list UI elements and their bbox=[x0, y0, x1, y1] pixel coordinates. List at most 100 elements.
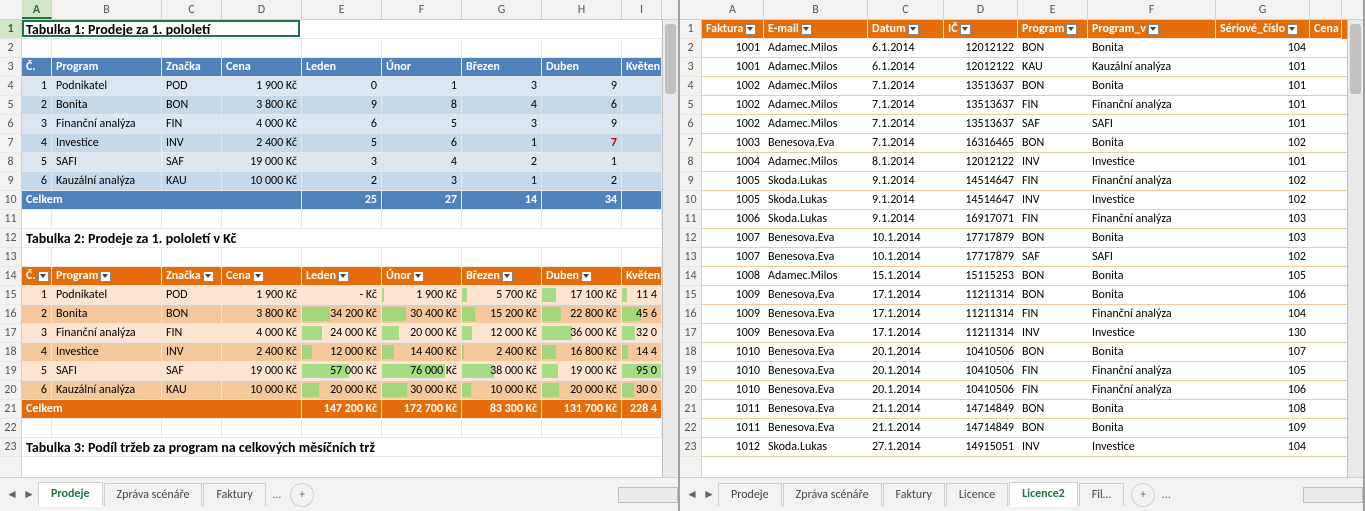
table-row[interactable]: 1009Benesova.Eva17.1.201411211314INVInve… bbox=[702, 324, 1363, 343]
grid-row[interactable] bbox=[22, 210, 678, 229]
filter-icon[interactable] bbox=[960, 24, 971, 35]
table-row[interactable]: 1005Skoda.Lukas9.1.201414514647FINFinanč… bbox=[702, 172, 1363, 191]
col-header-E[interactable]: E bbox=[1018, 0, 1088, 19]
row-header-13[interactable]: 13 bbox=[680, 248, 701, 267]
filter-icon[interactable] bbox=[253, 271, 264, 282]
row-header-4[interactable]: 4 bbox=[680, 77, 701, 96]
sheet-tab[interactable]: Faktury bbox=[203, 483, 265, 506]
table-row[interactable]: 1008Adamec.Milos15.1.201415115253BONBoni… bbox=[702, 267, 1363, 286]
row-header-12[interactable]: 12 bbox=[0, 229, 21, 248]
tabs-overflow[interactable]: … bbox=[273, 488, 283, 502]
table-row[interactable]: 1009Benesova.Eva17.1.201411211314FINFina… bbox=[702, 305, 1363, 324]
col-header-F[interactable]: F bbox=[382, 0, 462, 19]
sheet-tab[interactable]: Faktury bbox=[883, 483, 945, 506]
row-header-14[interactable]: 14 bbox=[680, 267, 701, 286]
col-header-A[interactable]: A bbox=[702, 0, 764, 19]
row-header-6[interactable]: 6 bbox=[0, 115, 21, 134]
grid-row[interactable]: Č.ProgramZnačkaCenaLedenÚnorBřezenDubenK… bbox=[22, 58, 678, 77]
row-header-22[interactable]: 22 bbox=[0, 419, 21, 438]
filter-icon[interactable] bbox=[581, 271, 592, 282]
new-sheet-button[interactable]: + bbox=[1131, 483, 1155, 507]
row-header-18[interactable]: 18 bbox=[680, 343, 701, 362]
grid-row[interactable]: Tabulka 1: Prodeje za 1. pololetí bbox=[22, 20, 678, 39]
row-header-4[interactable]: 4 bbox=[0, 77, 21, 96]
grid-row[interactable]: 6Kauzální analýzaKAU10 000 Kč2312 bbox=[22, 172, 678, 191]
grid-row[interactable]: 2BonitaBON3 800 Kč9846 bbox=[22, 96, 678, 115]
tabs-overflow[interactable]: … bbox=[1162, 488, 1172, 502]
col-header-I[interactable]: I bbox=[622, 0, 662, 19]
grid-row[interactable]: 6Kauzální analýzaKAU10 000 Kč20 000 Kč30… bbox=[22, 381, 678, 400]
row-header-8[interactable]: 8 bbox=[0, 153, 21, 172]
row-header-9[interactable]: 9 bbox=[680, 172, 701, 191]
col-header-B[interactable]: B bbox=[52, 0, 162, 19]
row-header-13[interactable]: 13 bbox=[0, 248, 21, 267]
sheet-tabs-right[interactable]: ◄►ProdejeZpráva scénářeFakturyLicenceLic… bbox=[680, 477, 1363, 511]
filter-icon[interactable] bbox=[338, 271, 349, 282]
row-header-10[interactable]: 10 bbox=[0, 191, 21, 210]
table-row[interactable]: 1011Benesova.Eva21.1.201414714849BONBoni… bbox=[702, 400, 1363, 419]
row-header-20[interactable]: 20 bbox=[680, 381, 701, 400]
table-row[interactable]: 1010Benesova.Eva20.1.201410410506FINFina… bbox=[702, 381, 1363, 400]
row-header-9[interactable]: 9 bbox=[0, 172, 21, 191]
row-header-15[interactable]: 15 bbox=[680, 286, 701, 305]
tab-nav-button[interactable]: ◄ bbox=[684, 484, 700, 506]
filter-icon[interactable] bbox=[203, 271, 214, 282]
col-header-D[interactable]: D bbox=[944, 0, 1018, 19]
filter-icon[interactable] bbox=[908, 24, 919, 35]
tab-nav-button[interactable]: ◄ bbox=[4, 484, 20, 506]
col-header-C[interactable]: C bbox=[162, 0, 222, 19]
table-row[interactable]: 1007Benesova.Eva10.1.201417717879SAFSAFI… bbox=[702, 248, 1363, 267]
grid-row[interactable]: Č.ProgramZnačkaCenaLedenÚnorBřezenDubenK… bbox=[22, 267, 678, 286]
sheet-tab[interactable]: Licence bbox=[946, 483, 1008, 506]
sheet-tab[interactable]: Licence2 bbox=[1009, 482, 1078, 507]
grid-row[interactable]: 1PodnikatelPOD1 900 Kč0139 bbox=[22, 77, 678, 96]
table-row[interactable]: 1010Benesova.Eva20.1.201410410506FINFina… bbox=[702, 362, 1363, 381]
sheet-tab[interactable]: Zpráva scénáře bbox=[783, 483, 882, 506]
row-header-6[interactable]: 6 bbox=[680, 115, 701, 134]
table-row[interactable]: 1009Benesova.Eva17.1.201411211314BONBoni… bbox=[702, 286, 1363, 305]
grid-row[interactable]: 3Finanční analýzaFIN4 000 Kč6539 bbox=[22, 115, 678, 134]
grid-left[interactable]: Tabulka 1: Prodeje za 1. pololetí Č.Progr… bbox=[22, 20, 678, 477]
row-header-23[interactable]: 23 bbox=[680, 438, 701, 457]
filter-icon[interactable] bbox=[502, 271, 513, 282]
row-header-17[interactable]: 17 bbox=[0, 324, 21, 343]
sheet-tab[interactable]: Fil… bbox=[1079, 483, 1124, 506]
table-row[interactable]: 1010Benesova.Eva20.1.201410410506BONBoni… bbox=[702, 343, 1363, 362]
vertical-scrollbar[interactable] bbox=[662, 20, 678, 477]
filter-icon[interactable] bbox=[1341, 24, 1342, 35]
row-header-14[interactable]: 14 bbox=[0, 267, 21, 286]
col-header-A[interactable]: A bbox=[22, 0, 52, 19]
row-header-8[interactable]: 8 bbox=[680, 153, 701, 172]
row-header-16[interactable]: 16 bbox=[0, 305, 21, 324]
grid-row[interactable]: 4InvesticeINV2 400 Kč12 000 Kč14 400 Kč2… bbox=[22, 343, 678, 362]
row-header-20[interactable]: 20 bbox=[0, 381, 21, 400]
filter-icon[interactable] bbox=[1148, 24, 1159, 35]
grid-row[interactable]: 5SAFISAF19 000 Kč3421 bbox=[22, 153, 678, 172]
table-row[interactable]: 1007Benesova.Eva10.1.201417717879BONBoni… bbox=[702, 229, 1363, 248]
filter-icon[interactable] bbox=[100, 271, 111, 282]
table-row[interactable]: 1002Adamec.Milos7.1.201413513637FINFinan… bbox=[702, 96, 1363, 115]
table-row[interactable]: 1004Adamec.Milos8.1.201412012122INVInves… bbox=[702, 153, 1363, 172]
table-row[interactable]: 1002Adamec.Milos7.1.201413513637BONBonit… bbox=[702, 77, 1363, 96]
sheet-tab[interactable]: Prodeje bbox=[38, 482, 103, 507]
grid-row[interactable]: 4InvesticeINV2 400 Kč5617 bbox=[22, 134, 678, 153]
horizontal-scrollbar[interactable] bbox=[1303, 487, 1363, 503]
row-header-5[interactable]: 5 bbox=[680, 96, 701, 115]
table-row[interactable]: 1002Adamec.Milos7.1.201413513637SAFSAFI1… bbox=[702, 115, 1363, 134]
table-row[interactable]: 1011Benesova.Eva21.1.201414714849BONBoni… bbox=[702, 419, 1363, 438]
column-headers-right[interactable]: ABCDEFG bbox=[680, 0, 1363, 20]
row-header-19[interactable]: 19 bbox=[680, 362, 701, 381]
grid-row[interactable] bbox=[22, 419, 678, 438]
column-headers-left[interactable]: ABCDEFGHI bbox=[0, 0, 678, 20]
row-header-3[interactable]: 3 bbox=[680, 58, 701, 77]
row-header-23[interactable]: 23 bbox=[0, 438, 21, 457]
row-header-11[interactable]: 11 bbox=[680, 210, 701, 229]
filter-icon[interactable] bbox=[38, 271, 49, 282]
row-header-2[interactable]: 2 bbox=[680, 39, 701, 58]
col-header-G[interactable]: G bbox=[462, 0, 542, 19]
grid-row[interactable]: Tabulka 2: Prodeje za 1. pololetí v Kč bbox=[22, 229, 678, 248]
table-row[interactable]: 1003Benesova.Eva7.1.201416316465BONBonit… bbox=[702, 134, 1363, 153]
sheet-tab[interactable]: Zpráva scénáře bbox=[104, 483, 203, 506]
row-header-12[interactable]: 12 bbox=[680, 229, 701, 248]
row-header-21[interactable]: 21 bbox=[0, 400, 21, 419]
